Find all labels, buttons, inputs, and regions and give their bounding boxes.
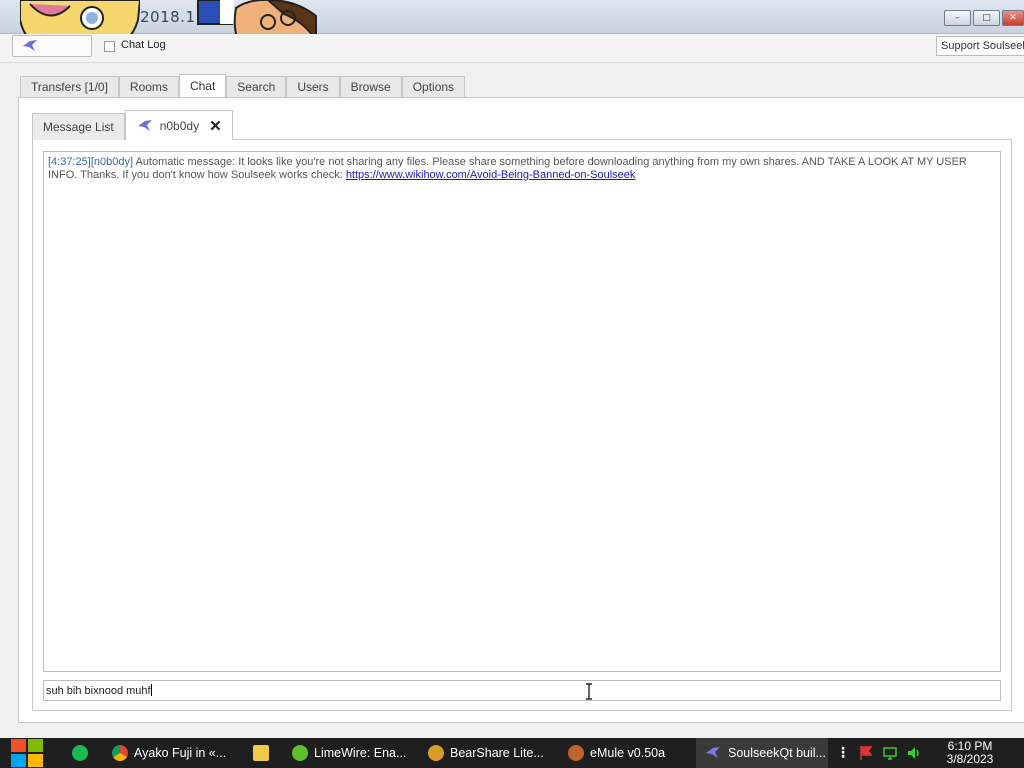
tab-message-list[interactable]: Message List — [32, 113, 125, 140]
volume-icon[interactable] — [906, 745, 922, 761]
message-timestamp: [4:37:25] — [48, 156, 91, 168]
tab-options[interactable]: Options — [401, 76, 466, 97]
task-label: LimeWire: Ena... — [314, 746, 407, 760]
taskbar: Ayako Fuji in «... LimeWire: Ena... Bear… — [0, 738, 1024, 768]
soulseek-menu-button[interactable] — [12, 35, 92, 57]
task-bearshare[interactable]: BearShare Lite... — [420, 738, 550, 768]
network-icon[interactable] — [882, 745, 898, 761]
task-label: Ayako Fuji in «... — [134, 746, 226, 760]
system-tray: ⋮ — [836, 738, 922, 768]
task-label: eMule v0.50a — [590, 746, 666, 760]
task-soulseek[interactable]: SoulseekQt buil... — [696, 738, 828, 768]
flag-icon[interactable] — [858, 745, 874, 761]
message-link[interactable]: https://www.wikihow.com/Avoid-Being-Bann… — [346, 169, 636, 181]
soulseek-bird-icon — [137, 119, 152, 131]
tab-rooms[interactable]: Rooms — [118, 76, 179, 97]
task-label: BearShare Lite... — [450, 746, 544, 760]
file-explorer-icon[interactable] — [253, 745, 269, 761]
overflow-menu-icon[interactable]: ⋮ — [836, 745, 850, 761]
emule-icon — [568, 745, 584, 761]
title-bar: 2018.1 – □ ✕ — [0, 0, 1024, 34]
minimize-icon: – — [955, 13, 960, 23]
start-button[interactable] — [10, 738, 43, 768]
chat-messages[interactable]: [4:37:25][n0b0dy] Automatic message: It … — [43, 151, 1001, 672]
task-emule[interactable]: eMule v0.50a — [560, 738, 690, 768]
chat-log-label: Chat Log — [121, 39, 166, 51]
maximize-button[interactable]: □ — [973, 10, 1000, 26]
tab-user-chat[interactable]: n0b0dy ✕ — [124, 110, 233, 140]
task-label: SoulseekQt buil... — [728, 746, 826, 760]
tab-transfers[interactable]: Transfers [1/0] — [20, 76, 119, 97]
chat-input-value: suh bih bixnood muhf — [46, 685, 151, 697]
chat-tab-username: n0b0dy — [159, 118, 200, 133]
support-soulseek-button[interactable]: Support Soulseek — [936, 36, 1024, 56]
task-chrome[interactable]: Ayako Fuji in «... — [104, 738, 226, 768]
tab-search[interactable]: Search — [226, 76, 287, 97]
clock[interactable]: 6:10 PM 3/8/2023 — [940, 740, 1000, 766]
spotify-icon[interactable] — [72, 745, 88, 761]
window-controls: – □ ✕ — [944, 10, 1024, 26]
tab-chat[interactable]: Chat — [178, 74, 227, 97]
main-tabs: Transfers [1/0] Rooms Chat Search Users … — [20, 74, 466, 97]
close-button[interactable]: ✕ — [1002, 10, 1024, 26]
task-limewire[interactable]: LimeWire: Ena... — [284, 738, 410, 768]
toolbar: Chat Log Support Soulseek — [0, 34, 1024, 63]
windows-logo-icon — [10, 739, 26, 752]
text-caret — [150, 684, 152, 696]
tab-browse[interactable]: Browse — [339, 76, 402, 97]
chrome-icon — [112, 745, 128, 761]
limewire-icon — [292, 745, 308, 761]
chat-log-checkbox[interactable] — [104, 41, 115, 52]
text-cursor-icon — [586, 683, 592, 700]
clock-date: 3/8/2023 — [946, 752, 994, 766]
close-chat-tab-icon[interactable]: ✕ — [209, 117, 222, 135]
window-title: 2018.1 — [140, 8, 196, 26]
chat-input[interactable]: suh bih bixnood muhf — [43, 680, 1001, 701]
message-user[interactable]: [n0b0dy] — [91, 156, 133, 168]
bearshare-icon — [428, 745, 444, 761]
tab-users[interactable]: Users — [286, 76, 340, 97]
minimize-button[interactable]: – — [944, 10, 971, 26]
soulseek-bird-icon — [23, 40, 37, 51]
chat-tabs: Message List n0b0dy ✕ — [32, 110, 233, 140]
maximize-icon: □ — [982, 13, 991, 23]
soulseek-icon — [706, 747, 720, 758]
close-icon: ✕ — [1009, 13, 1017, 23]
